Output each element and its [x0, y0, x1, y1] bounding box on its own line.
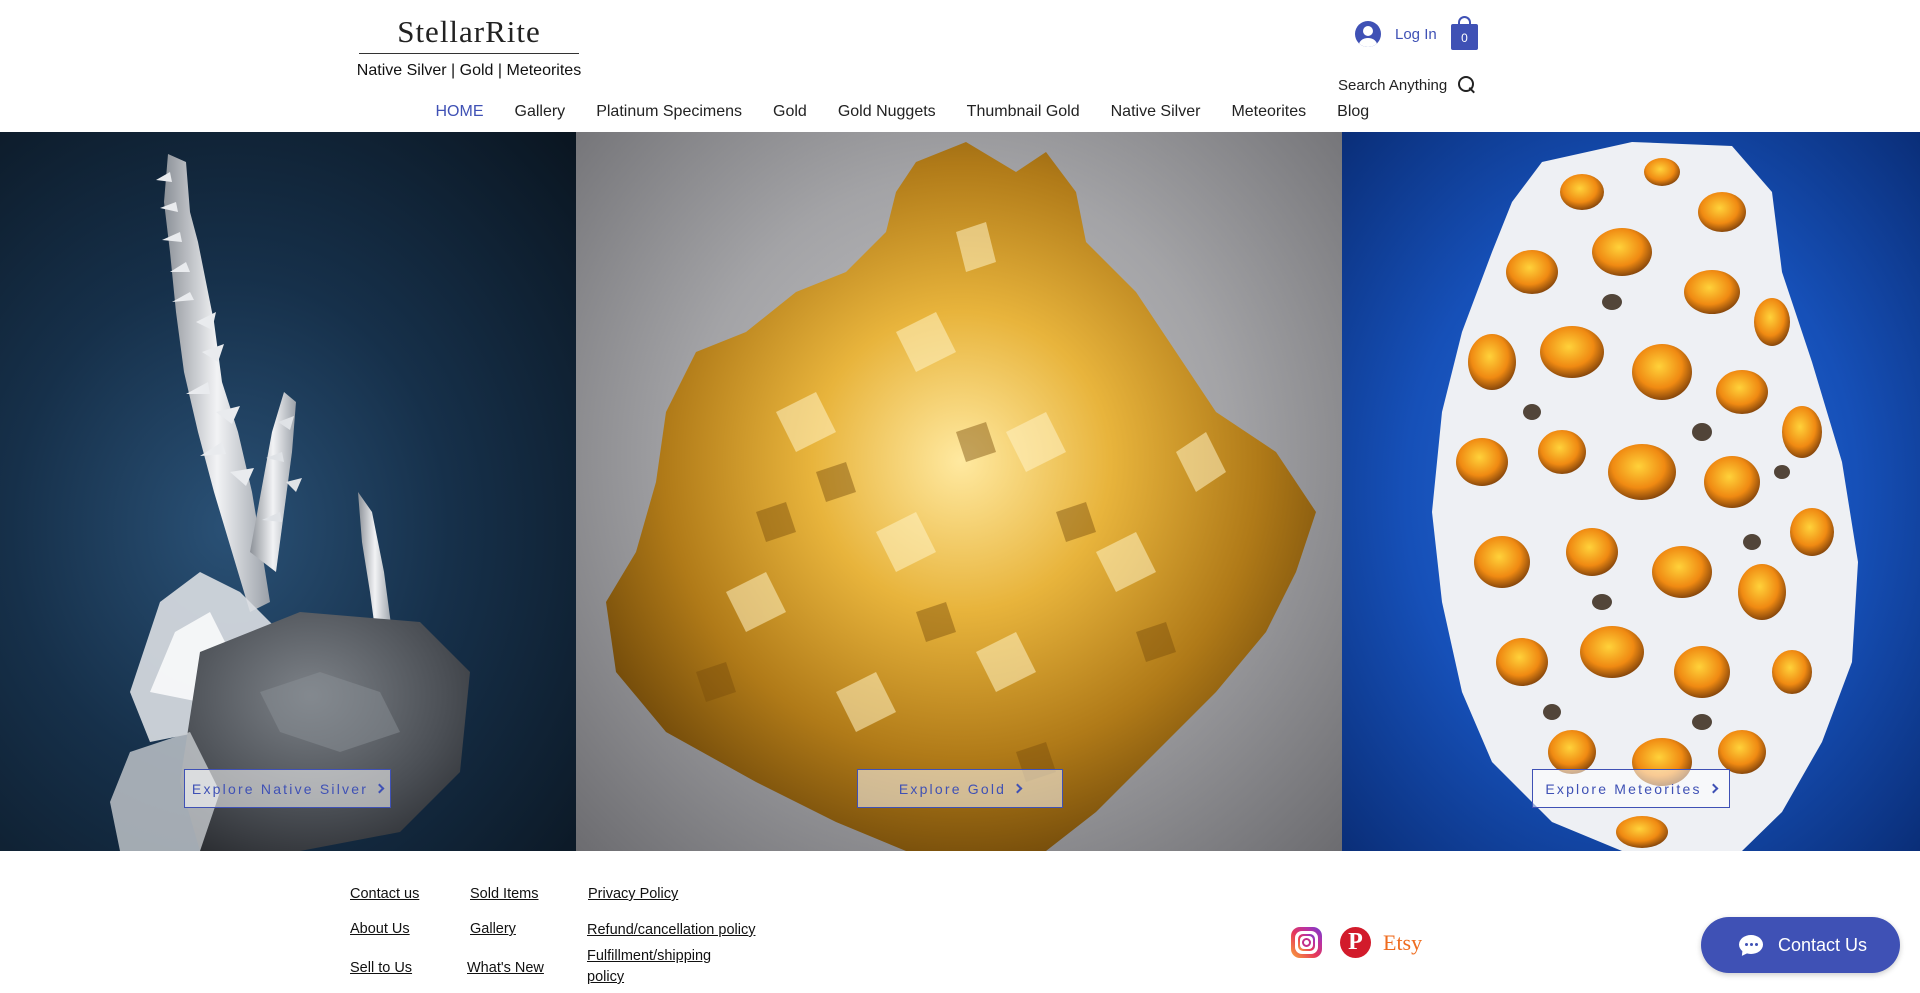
footer-link-sold-items[interactable]: Sold Items [470, 884, 539, 904]
footer-link-refund-policy[interactable]: Refund/cancellation policy [587, 920, 755, 940]
login-label: Log In [1395, 25, 1437, 43]
footer-link-privacy-policy[interactable]: Privacy Policy [588, 884, 678, 904]
chat-dot [1750, 943, 1753, 946]
logo-rule [359, 53, 579, 54]
footer-link-contact-us[interactable]: Contact us [350, 884, 419, 904]
native-silver-specimen-image [110, 154, 470, 851]
explore-gold-label: Explore Gold [898, 780, 1007, 797]
site-logo[interactable]: StellarRite Native Silver | Gold | Meteo… [351, 14, 587, 79]
logo-title: StellarRite [397, 14, 541, 49]
nav-item-platinum-specimens[interactable]: Platinum Specimens [581, 103, 758, 121]
explore-meteorites-button[interactable]: Explore Meteorites [1532, 769, 1730, 808]
chevron-right-icon [1708, 783, 1719, 794]
nav-item-thumbnail-gold[interactable]: Thumbnail Gold [951, 103, 1095, 121]
explore-native-silver-button[interactable]: Explore Native Silver [184, 769, 391, 808]
search-icon [1457, 75, 1477, 95]
contact-us-label: Contact Us [1778, 934, 1868, 955]
nav-item-gold-nuggets[interactable]: Gold Nuggets [822, 103, 951, 121]
instagram-icon[interactable] [1291, 927, 1322, 958]
login-button[interactable]: Log In [1355, 20, 1437, 48]
nav-item-home[interactable]: HOME [420, 103, 499, 121]
nav-item-gallery[interactable]: Gallery [499, 103, 581, 121]
explore-native-silver-label: Explore Native Silver [191, 780, 369, 797]
site-footer: Contact us About Us Sell to Us Sold Item… [0, 851, 1920, 993]
search-button[interactable]: Search Anything [1338, 74, 1477, 96]
chevron-right-icon [1012, 783, 1023, 794]
instagram-camera-glyph [1298, 934, 1315, 951]
cart-button[interactable]: 0 [1451, 16, 1478, 50]
chat-dot [1755, 943, 1758, 946]
etsy-icon[interactable]: Etsy [1383, 929, 1427, 957]
main-nav: HOME Gallery Platinum Specimens Gold Gol… [420, 100, 1385, 124]
chevron-right-icon [374, 783, 385, 794]
gold-specimen-image [606, 142, 1316, 851]
explore-meteorites-label: Explore Meteorites [1545, 780, 1702, 797]
page: StellarRite Native Silver | Gold | Meteo… [0, 0, 1920, 993]
explore-gold-button[interactable]: Explore Gold [857, 769, 1063, 808]
footer-link-gallery[interactable]: Gallery [470, 919, 516, 939]
nav-item-blog[interactable]: Blog [1322, 103, 1385, 121]
chat-dot [1745, 943, 1748, 946]
footer-link-whats-new[interactable]: What's New [467, 958, 544, 978]
meteorite-panel: Explore Meteorites [1342, 132, 1920, 851]
native-silver-panel: Explore Native Silver [0, 132, 576, 851]
pinterest-icon[interactable]: P [1340, 927, 1371, 958]
cart-count: 0 [1451, 24, 1478, 50]
nav-item-meteorites[interactable]: Meteorites [1216, 103, 1322, 121]
chat-bubble-icon [1738, 935, 1763, 959]
contact-us-chat-button[interactable]: Contact Us [1701, 917, 1900, 973]
site-header: StellarRite Native Silver | Gold | Meteo… [0, 0, 1920, 132]
search-label: Search Anything [1338, 76, 1448, 94]
logo-tagline: Native Silver | Gold | Meteorites [356, 62, 582, 79]
user-avatar-icon [1355, 21, 1381, 47]
footer-link-sell-to-us[interactable]: Sell to Us [350, 958, 412, 978]
footer-link-fulfillment-policy-line2[interactable]: policy [587, 967, 624, 987]
footer-link-fulfillment-policy[interactable]: Fulfillment/shipping [587, 946, 711, 966]
nav-item-gold[interactable]: Gold [758, 103, 823, 121]
footer-link-about-us[interactable]: About Us [350, 919, 410, 939]
gold-panel: Explore Gold [576, 132, 1342, 851]
pallasite-meteorite-image [1432, 142, 1858, 851]
nav-item-native-silver[interactable]: Native Silver [1095, 103, 1216, 121]
